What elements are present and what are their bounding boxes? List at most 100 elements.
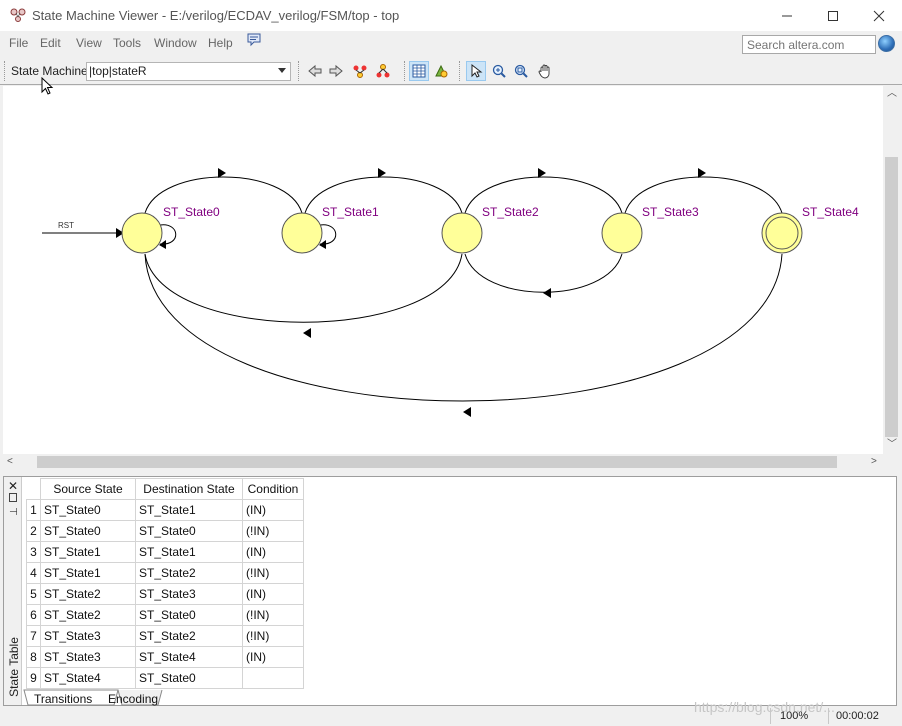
table-row[interactable]: 7 ST_State3 ST_State2 (!IN) (26, 625, 304, 647)
forward-button[interactable] (326, 61, 346, 81)
scroll-left-icon[interactable]: < (7, 457, 13, 467)
state-table: Source State Destination State Condition… (26, 478, 304, 689)
scroll-down-icon[interactable]: ﹀ (887, 440, 897, 450)
column-header-destination[interactable]: Destination State (135, 478, 243, 500)
row-number: 8 (26, 646, 41, 668)
status-zoom: 100% (780, 710, 809, 722)
menu-help[interactable]: Help (208, 36, 233, 50)
maximize-icon (828, 10, 838, 21)
arrowhead (543, 288, 551, 298)
highlight-fanout-icon (376, 64, 390, 78)
column-header-condition[interactable]: Condition (242, 478, 304, 500)
horizontal-scrollbar-thumb[interactable] (37, 456, 837, 468)
toolbar-grip[interactable] (404, 61, 407, 81)
state-node-s1[interactable] (281, 212, 323, 254)
cell-source: ST_State3 (40, 646, 136, 668)
row-number: 9 (26, 667, 41, 689)
table-row[interactable]: 8 ST_State3 ST_State4 (IN) (26, 646, 304, 668)
zoom-button[interactable] (489, 61, 509, 81)
toolbar-grip[interactable] (4, 61, 7, 81)
menu-window[interactable]: Window (154, 36, 197, 50)
maximize-button[interactable] (810, 0, 856, 31)
zoom-fit-icon (514, 64, 528, 78)
toolbar-grip[interactable] (459, 61, 462, 81)
status-separator (770, 708, 771, 724)
table-row[interactable]: 1 ST_State0 ST_State1 (IN) (26, 499, 304, 521)
vertical-scrollbar-thumb[interactable] (885, 157, 898, 437)
table-row[interactable]: 9 ST_State4 ST_State0 (26, 667, 304, 689)
state-node-s0[interactable] (121, 212, 163, 254)
cell-source: ST_State4 (40, 667, 136, 689)
row-number: 3 (26, 541, 41, 563)
table-row[interactable]: 4 ST_State1 ST_State2 (!IN) (26, 562, 304, 584)
select-icon (471, 63, 483, 78)
column-header-source[interactable]: Source State (40, 478, 136, 500)
arrowhead (218, 168, 226, 178)
state-label-s3: ST_State3 (642, 205, 699, 219)
select-button[interactable] (466, 61, 486, 81)
cell-destination: ST_State1 (135, 541, 243, 563)
menu-edit[interactable]: Edit (40, 36, 61, 50)
state-machine-viewer-window: State Machine Viewer - E:/verilog/ECDAV_… (0, 0, 902, 726)
cell-condition: (!IN) (242, 604, 304, 626)
toolbar-grip[interactable] (298, 61, 301, 81)
arrowhead (378, 168, 386, 178)
panel-close-icon[interactable]: ✕ (8, 479, 18, 493)
table-row[interactable]: 6 ST_State2 ST_State0 (!IN) (26, 604, 304, 626)
watermark: https://blog.csdn.net/... (694, 699, 835, 715)
state-diagram: RST ST_State0 ST_State1 ST_State2 ST_Sta… (42, 168, 859, 417)
arrowhead (303, 328, 311, 338)
pan-icon (538, 64, 550, 79)
table-row[interactable]: 2 ST_State0 ST_State0 (!IN) (26, 520, 304, 542)
app-icon (10, 8, 26, 22)
highlight-fanin-button[interactable] (350, 61, 370, 81)
globe-icon[interactable] (878, 35, 895, 52)
state-node-s4[interactable] (761, 212, 803, 254)
arrowhead (698, 168, 706, 178)
row-number: 6 (26, 604, 41, 626)
pan-button[interactable] (535, 61, 555, 81)
close-button[interactable] (856, 0, 902, 31)
state-label-s1: ST_State1 (322, 205, 379, 219)
legend-button[interactable] (431, 61, 451, 81)
menu-view[interactable]: View (76, 36, 102, 50)
state-node-s3[interactable] (601, 212, 643, 254)
cell-source: ST_State2 (40, 583, 136, 605)
scroll-right-icon[interactable]: > (871, 457, 877, 467)
back-button[interactable] (305, 61, 325, 81)
table-icon (412, 64, 426, 78)
state-machine-label: State Machine: (11, 64, 92, 78)
state-node-s2[interactable] (441, 212, 483, 254)
state-label-s0: ST_State0 (163, 205, 220, 219)
row-number: 5 (26, 583, 41, 605)
cell-source: ST_State2 (40, 604, 136, 626)
transition-s3-s2 (464, 253, 623, 293)
chevron-down-icon[interactable] (278, 68, 286, 73)
speech-bubble-icon[interactable] (246, 32, 262, 48)
cell-condition: (!IN) (242, 562, 304, 584)
arrowhead (463, 407, 471, 417)
transition-s2-s0 (144, 253, 463, 323)
highlight-fanout-button[interactable] (373, 61, 393, 81)
cell-destination: ST_State0 (135, 520, 243, 542)
panel-pin-icon[interactable]: ⊣ (9, 507, 18, 518)
state-diagram-canvas[interactable]: RST ST_State0 ST_State1 ST_State2 ST_Sta… (3, 86, 883, 454)
search-input[interactable] (742, 35, 876, 54)
arrowhead (538, 168, 546, 178)
status-elapsed-time: 00:00:02 (836, 710, 879, 722)
zoom-fit-button[interactable] (511, 61, 531, 81)
minimize-button[interactable] (764, 0, 810, 31)
menu-file[interactable]: File (9, 36, 28, 50)
table-row[interactable]: 5 ST_State2 ST_State3 (IN) (26, 583, 304, 605)
cell-condition: (IN) (242, 541, 304, 563)
table-button[interactable] (409, 61, 429, 81)
table-row[interactable]: 3 ST_State1 ST_State1 (IN) (26, 541, 304, 563)
back-icon (308, 64, 322, 78)
state-label-s4: ST_State4 (802, 205, 859, 219)
menu-tools[interactable]: Tools (113, 36, 141, 50)
scroll-up-icon[interactable]: ︿ (887, 89, 897, 99)
cell-destination: ST_State0 (135, 604, 243, 626)
reset-label: RST (58, 221, 74, 230)
cell-source: ST_State0 (40, 499, 136, 521)
panel-float-icon[interactable] (9, 493, 17, 502)
